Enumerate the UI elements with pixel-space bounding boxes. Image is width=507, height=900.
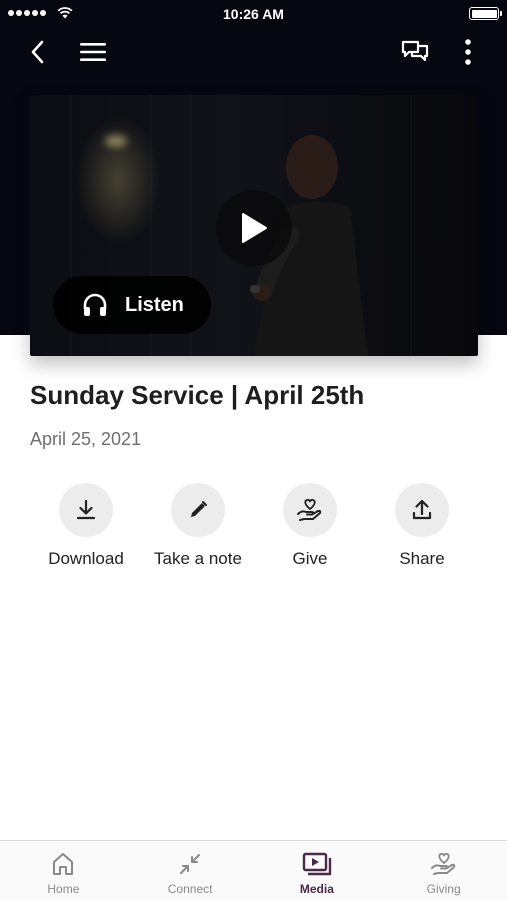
give-label: Give <box>292 549 328 568</box>
chevron-left-icon <box>31 40 44 64</box>
take-a-note-circle <box>171 483 225 537</box>
video-thumbnail[interactable]: Listen <box>30 95 478 356</box>
pencil-icon <box>191 501 207 517</box>
home-icon <box>53 853 74 875</box>
media-date: April 25, 2021 <box>30 429 142 449</box>
tab-media-label: Media <box>299 882 334 896</box>
battery-icon <box>469 7 502 20</box>
tab-connect[interactable]: Connect <box>127 841 254 900</box>
share-icon <box>412 499 432 520</box>
give-button[interactable]: Give <box>254 483 366 569</box>
vertical-ellipsis-icon <box>465 39 471 65</box>
download-circle <box>59 483 113 537</box>
download-label: Download <box>48 549 124 568</box>
chat-button[interactable] <box>399 36 431 68</box>
take-a-note-label: Take a note <box>154 549 242 568</box>
listen-button[interactable]: Listen <box>53 276 211 334</box>
play-icon <box>242 213 267 243</box>
menu-button[interactable] <box>77 36 109 68</box>
back-button[interactable] <box>22 36 54 68</box>
tab-home-label: Home <box>47 882 80 896</box>
play-button[interactable] <box>216 190 292 266</box>
chat-bubbles-icon <box>401 40 429 62</box>
give-circle <box>283 483 337 537</box>
take-a-note-button[interactable]: Take a note <box>142 483 254 569</box>
download-button[interactable]: Download <box>30 483 142 569</box>
tab-home[interactable]: Home <box>0 841 127 900</box>
media-title: Sunday Service | April 25th <box>30 380 365 410</box>
hand-heart-icon <box>297 498 322 521</box>
hand-heart-icon <box>430 852 455 875</box>
tab-connect-label: Connect <box>167 882 213 896</box>
headphones-icon <box>83 293 107 316</box>
listen-label: Listen <box>125 293 184 316</box>
share-button[interactable]: Share <box>366 483 478 569</box>
tab-giving[interactable]: Giving <box>380 841 507 900</box>
tab-media[interactable]: Media <box>254 841 381 900</box>
tab-giving-label: Giving <box>426 882 461 896</box>
status-bar: 10:26 AM <box>0 0 507 28</box>
tab-bar: Home Connect Media Giving <box>0 840 507 900</box>
share-circle <box>395 483 449 537</box>
spotlight <box>105 135 127 147</box>
connect-arrows-icon <box>180 854 201 874</box>
download-icon <box>76 499 96 520</box>
status-time: 10:26 AM <box>223 6 284 22</box>
media-play-icon <box>302 852 332 876</box>
share-label: Share <box>399 549 445 568</box>
action-buttons: Download Take a note Give Share <box>30 483 478 569</box>
hamburger-icon <box>80 43 106 61</box>
more-options-button[interactable] <box>452 36 484 68</box>
